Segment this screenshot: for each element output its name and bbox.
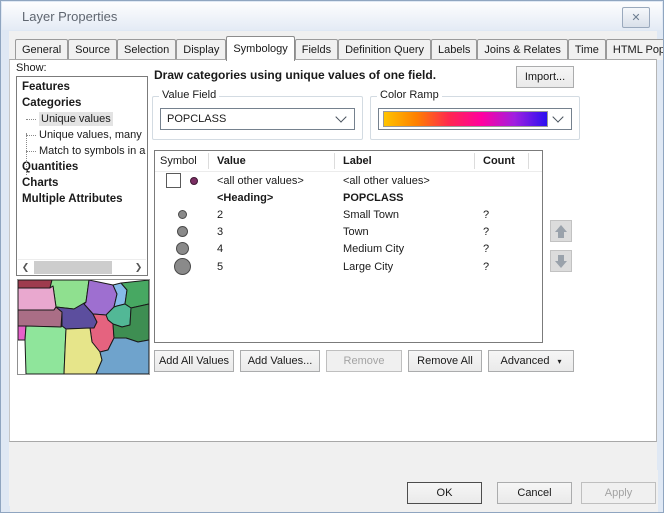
table-row[interactable]: 2 Small Town ? (155, 206, 542, 223)
advanced-button[interactable]: Advanced▾ (488, 350, 574, 372)
dialog-footer: OK Cancel Apply (10, 470, 658, 513)
remove-all-button[interactable]: Remove All (408, 350, 482, 372)
tab-definition-query[interactable]: Definition Query (338, 39, 431, 60)
scroll-right-icon[interactable]: ❯ (131, 260, 146, 274)
layer-properties-dialog: Layer Properties ✕ General Source Select… (0, 0, 664, 513)
window-title: Layer Properties (22, 9, 117, 24)
arrow-up-icon (555, 225, 567, 232)
add-values-button[interactable]: Add Values... (240, 350, 320, 372)
tree-item-multiple-attributes[interactable]: Multiple Attributes (17, 191, 147, 207)
cancel-button[interactable]: Cancel (497, 482, 572, 504)
chevron-down-icon (552, 111, 563, 122)
tab-source[interactable]: Source (68, 39, 117, 60)
table-row[interactable]: 3 Town ? (155, 223, 542, 240)
table-row[interactable]: <all other values> <all other values> (155, 172, 542, 189)
symbol-table: Symbol Value Label Count <all other valu… (154, 150, 543, 343)
tab-bar: General Source Selection Display Symbolo… (15, 38, 664, 60)
tab-html-popup[interactable]: HTML Popup (606, 39, 664, 60)
color-ramp-gradient (383, 111, 548, 127)
color-ramp-dropdown[interactable] (378, 108, 572, 130)
category-symbol[interactable] (177, 226, 188, 237)
show-tree: Features Categories Unique values Unique… (16, 76, 148, 276)
value-field-group: Value Field POPCLASS (152, 96, 363, 140)
close-button[interactable]: ✕ (622, 7, 650, 28)
method-description: Draw categories using unique values of o… (154, 68, 436, 82)
tab-time[interactable]: Time (568, 39, 606, 60)
all-other-values-symbol[interactable] (190, 177, 198, 185)
tree-item-quantities[interactable]: Quantities (17, 159, 147, 175)
column-symbol[interactable]: Symbol (155, 153, 209, 169)
scroll-left-icon[interactable]: ❮ (18, 260, 33, 274)
table-row[interactable]: 4 Medium City ? (155, 240, 542, 257)
category-symbol[interactable] (176, 242, 189, 255)
column-label[interactable]: Label (335, 153, 475, 169)
tab-labels[interactable]: Labels (431, 39, 477, 60)
tree-item-match-symbols[interactable]: Match to symbols in a (17, 143, 147, 159)
tab-joins-relates[interactable]: Joins & Relates (477, 39, 567, 60)
add-all-values-button[interactable]: Add All Values (154, 350, 234, 372)
tree-horizontal-scrollbar[interactable]: ❮ ❯ (18, 259, 146, 274)
table-row-heading[interactable]: <Heading> POPCLASS (155, 189, 542, 206)
tab-general[interactable]: General (15, 39, 68, 60)
show-label: Show: (16, 62, 47, 74)
scrollbar-thumb[interactable] (34, 261, 112, 274)
close-icon: ✕ (631, 11, 640, 24)
tab-selection[interactable]: Selection (117, 39, 176, 60)
color-ramp-group: Color Ramp (370, 96, 580, 140)
apply-button: Apply (581, 482, 656, 504)
chevron-down-icon (335, 111, 346, 122)
remove-button: Remove (326, 350, 402, 372)
tree-item-charts[interactable]: Charts (17, 175, 147, 191)
value-field-selected: POPCLASS (161, 113, 331, 125)
import-button[interactable]: Import... (516, 66, 574, 88)
value-field-dropdown[interactable]: POPCLASS (160, 108, 355, 130)
symbology-tab-page: Show: Features Categories Unique values … (9, 59, 657, 442)
map-preview-image (18, 280, 149, 374)
tab-fields[interactable]: Fields (295, 39, 338, 60)
column-value[interactable]: Value (209, 153, 335, 169)
titlebar[interactable]: Layer Properties ✕ (2, 2, 662, 30)
category-symbol[interactable] (178, 210, 187, 219)
move-up-button[interactable] (550, 220, 572, 242)
dropdown-arrow-icon: ▾ (557, 357, 561, 366)
symbol-table-header[interactable]: Symbol Value Label Count (155, 151, 542, 172)
tree-item-categories[interactable]: Categories (17, 95, 147, 111)
move-down-button[interactable] (550, 250, 572, 272)
tree-connector-line (26, 133, 27, 175)
column-count[interactable]: Count (475, 153, 529, 169)
tree-item-unique-values[interactable]: Unique values (17, 111, 147, 127)
tab-display[interactable]: Display (176, 39, 226, 60)
symbology-map-preview (17, 279, 150, 375)
table-row[interactable]: 5 Large City ? (155, 257, 542, 276)
scrollbar-track[interactable] (33, 261, 131, 274)
all-other-values-checkbox[interactable] (166, 173, 181, 188)
category-symbol[interactable] (174, 258, 191, 275)
tree-item-features[interactable]: Features (17, 79, 147, 95)
dialog-content: General Source Selection Display Symbolo… (9, 31, 657, 506)
tree-item-unique-values-many[interactable]: Unique values, many (17, 127, 147, 143)
value-field-label: Value Field (159, 89, 219, 101)
color-ramp-label: Color Ramp (377, 89, 442, 101)
tab-symbology[interactable]: Symbology (226, 36, 294, 61)
arrow-down-icon (555, 261, 567, 268)
ok-button[interactable]: OK (407, 482, 482, 504)
